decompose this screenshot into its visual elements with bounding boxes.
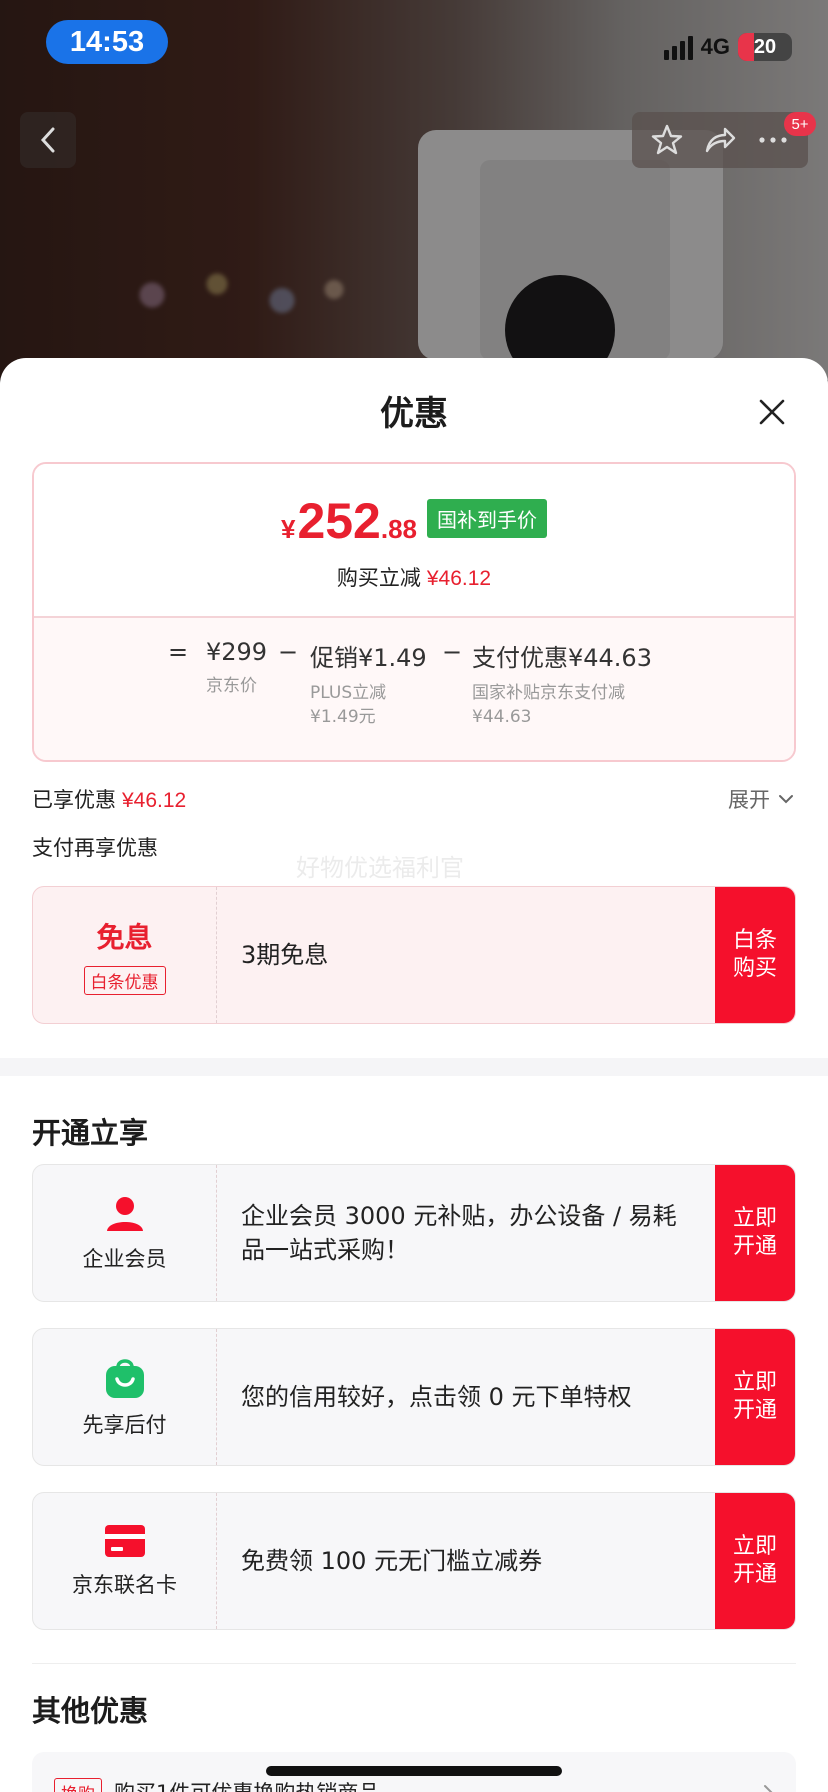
installment-left: 免息 白条优惠 — [33, 887, 217, 1023]
baitiao-buy-button[interactable]: 白条 购买 — [715, 887, 795, 1023]
sheet-title: 优惠 — [380, 394, 448, 434]
subsidy-price-tag: 国补到手价 — [427, 499, 548, 538]
star-icon — [651, 124, 682, 155]
final-price: ¥ 252 .88 — [281, 496, 417, 546]
pay-later-left: 先享后付 — [33, 1329, 217, 1465]
calc-item-promotion: 促销¥1.49 PLUS立减 ¥1.49元 — [310, 638, 427, 729]
status-time: 14:53 — [46, 20, 168, 64]
enterprise-open-button[interactable]: 立即 开通 — [715, 1165, 795, 1301]
other-section-title: 其他优惠 — [32, 1694, 149, 1728]
signal-icon — [663, 34, 693, 60]
share-button[interactable] — [703, 123, 737, 157]
shopping-bag-icon — [105, 1359, 144, 1398]
interest-free-title: 免息 — [96, 920, 153, 954]
section-separator — [0, 1058, 828, 1076]
pay-later-open-button[interactable]: 立即 开通 — [715, 1329, 795, 1465]
price-integer: 252 — [297, 493, 381, 549]
status-indicators: 4G 20 — [663, 30, 792, 64]
calc-item-desc: 京东价 — [206, 676, 257, 696]
calc-item-value: 支付优惠¥44.63 — [472, 644, 652, 672]
enterprise-member-left: 企业会员 — [33, 1165, 217, 1301]
enterprise-member-text: 企业会员 3000 元补贴，办公设备 / 易耗品一站式采购！ — [241, 1202, 677, 1264]
calc-item-value: ¥299 — [206, 638, 268, 666]
calc-item-desc: PLUS立减 ¥1.49元 — [310, 683, 387, 727]
price-breakdown: = ¥299 京东价 − 促销¥1.49 PLUS立减 ¥1.49元 − 支付优惠… — [34, 618, 794, 760]
calc-minus: − — [278, 638, 299, 666]
open-section-title: 开通立享 — [32, 1116, 149, 1150]
pay-later-text: 您的信用较好，点击领 0 元下单特权 — [241, 1383, 632, 1411]
enterprise-member-label: 企业会员 — [82, 1247, 167, 1271]
baitiao-tag: 白条优惠 — [83, 965, 166, 995]
favorite-button[interactable] — [650, 123, 684, 157]
battery-icon: 20 — [738, 33, 792, 61]
trade-up-text: 购买1件可优惠换购热销商品 — [114, 1777, 750, 1792]
chevron-down-icon — [779, 795, 793, 804]
battery-level: 20 — [753, 35, 777, 58]
purchase-discount-line: 购买立减 ¥46.12 — [34, 562, 794, 592]
calc-minus: − — [442, 638, 463, 666]
cobrand-card-label: 京东联名卡 — [72, 1573, 177, 1597]
divider — [32, 1663, 796, 1664]
card-icon — [104, 1525, 145, 1557]
purchase-discount-value: ¥46.12 — [426, 567, 492, 590]
chevron-left-icon — [40, 127, 55, 153]
share-icon — [705, 127, 736, 153]
installment-row[interactable]: 免息 白条优惠 3期免息 白条 购买 — [32, 886, 796, 1024]
expand-label: 展开 — [728, 788, 770, 812]
network-type: 4G — [700, 34, 730, 59]
pay-again-label: 支付再享优惠 — [32, 836, 158, 860]
cobrand-card-row[interactable]: 京东联名卡 免费领 100 元无门槛立减券 立即 开通 — [32, 1492, 796, 1630]
enterprise-member-row[interactable]: 企业会员 企业会员 3000 元补贴，办公设备 / 易耗品一站式采购！ 立即 开… — [32, 1164, 796, 1302]
price-summary: ¥ 252 .88 国补到手价 购买立减 ¥46.12 — [34, 464, 794, 618]
price-decimal: .88 — [380, 514, 418, 544]
calc-item-desc: 国家补贴京东支付减 ¥44.63 — [472, 683, 625, 727]
header-toolbar — [632, 112, 808, 168]
purchase-discount-label: 购买立减 — [336, 566, 421, 590]
close-button[interactable] — [752, 392, 792, 432]
price-card: ¥ 252 .88 国补到手价 购买立减 ¥46.12 = ¥299 京东价 − … — [32, 462, 796, 762]
calc-equals: = — [168, 638, 189, 666]
enjoyed-discount: 已享优惠 ¥46.12 — [32, 784, 186, 814]
calc-item-payment: 支付优惠¥44.63 国家补贴京东支付减 ¥44.63 — [472, 638, 652, 729]
enjoyed-label: 已享优惠 — [32, 788, 116, 812]
cobrand-open-button[interactable]: 立即 开通 — [715, 1493, 795, 1629]
trade-up-tag: 换购 — [54, 1777, 102, 1792]
close-icon — [759, 399, 785, 425]
final-price-row: ¥ 252 .88 国补到手价 — [34, 496, 794, 546]
back-button[interactable] — [20, 112, 76, 168]
person-icon — [106, 1197, 143, 1231]
notification-badge: 5+ — [784, 112, 816, 136]
cobrand-card-left: 京东联名卡 — [33, 1493, 217, 1629]
home-indicator — [266, 1766, 562, 1776]
expand-button[interactable]: 展开 — [728, 784, 794, 814]
enjoyed-value: ¥46.12 — [122, 789, 187, 812]
pay-later-row[interactable]: 先享后付 您的信用较好，点击领 0 元下单特权 立即 开通 — [32, 1328, 796, 1466]
discount-sheet: 优惠 ¥ 252 .88 国补到手价 购买立减¥46.12 = ¥299 京东 — [0, 358, 828, 1792]
cobrand-card-text: 免费领 100 元无门槛立减券 — [241, 1547, 543, 1575]
calc-item-value: 促销¥1.49 — [310, 644, 427, 672]
pay-later-label: 先享后付 — [82, 1413, 167, 1437]
chevron-right-icon — [764, 1785, 773, 1792]
installment-text: 3期免息 — [241, 941, 329, 969]
watermark: 好物优选福利官 — [296, 854, 464, 882]
price-currency: ¥ — [280, 514, 296, 544]
calc-item-list-price: ¥299 京东价 — [206, 638, 267, 698]
